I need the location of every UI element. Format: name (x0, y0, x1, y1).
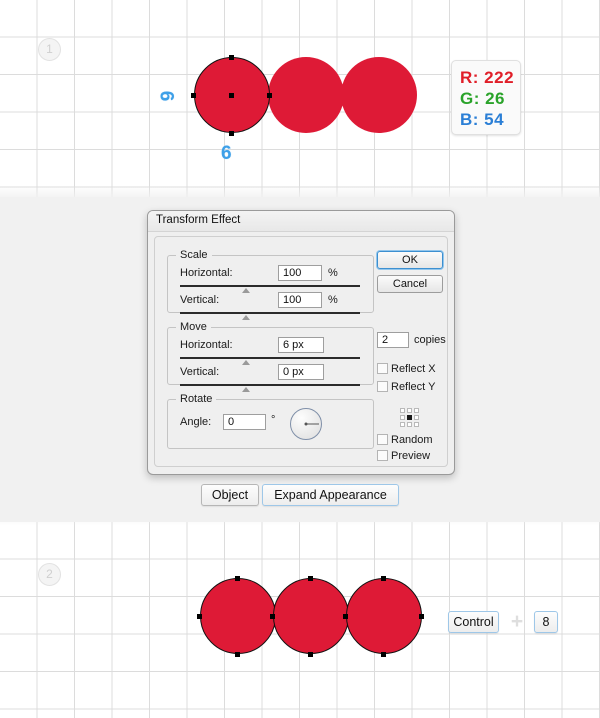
preview-option[interactable]: Preview (377, 450, 430, 462)
rotate-dial-needle (306, 423, 319, 425)
offset-annotation-vertical: 6 (221, 143, 232, 164)
scale-horizontal-slider-thumb[interactable] (242, 288, 250, 293)
dialog-titlebar[interactable]: Transform Effect (148, 211, 454, 232)
anchor-point-bottom (229, 131, 234, 136)
rotate-angle-input[interactable] (223, 414, 266, 430)
anchor-point-center (229, 93, 234, 98)
bottom-anchor-3-left (343, 614, 348, 619)
scale-group-legend: Scale (180, 249, 208, 261)
color-readout-red: R: 222 (460, 68, 515, 87)
scale-horizontal-input[interactable] (278, 265, 322, 281)
reflect-x-checkbox[interactable] (377, 363, 388, 374)
reflect-x-option[interactable]: Reflect X (377, 363, 436, 375)
bottom-anchor-2-left (270, 614, 275, 619)
shortcut-8-key[interactable]: 8 (534, 611, 558, 633)
offset-annotation-horizontal: 6 (155, 90, 177, 102)
rotate-group: Rotate Angle: ° (167, 393, 374, 449)
scale-vertical-input[interactable] (278, 292, 322, 308)
preview-checkbox[interactable] (377, 450, 388, 461)
reference-point-bottom-center[interactable] (407, 422, 412, 427)
scale-horizontal-unit: % (328, 267, 338, 279)
shortcut-control-key[interactable]: Control (448, 611, 499, 633)
random-checkbox[interactable] (377, 434, 388, 445)
bottom-circle-1[interactable] (200, 578, 276, 654)
move-horizontal-input[interactable] (278, 337, 324, 353)
copies-label: copies (414, 334, 446, 346)
step-badge-2: 2 (38, 563, 61, 586)
bottom-anchor-3-top (381, 576, 386, 581)
scale-vertical-slider-track[interactable] (180, 312, 360, 314)
color-readout-green: G: 26 (460, 89, 506, 108)
bottom-anchor-3-right (419, 614, 424, 619)
rotate-angle-label: Angle: (180, 416, 212, 428)
bottom-anchor-3-bottom (381, 652, 386, 657)
transform-effect-dialog[interactable]: Transform Effect Scale Horizontal: % Ver… (147, 210, 455, 475)
reference-point-top-right[interactable] (414, 408, 419, 413)
reflect-y-label: Reflect Y (391, 381, 436, 393)
scale-vertical-label: Vertical: (180, 294, 220, 306)
move-vertical-input[interactable] (278, 364, 324, 380)
rotate-group-legend: Rotate (180, 393, 213, 405)
reflect-y-option[interactable]: Reflect Y (377, 381, 435, 393)
random-label: Random (391, 434, 433, 446)
expand-appearance-button[interactable]: Expand Appearance (262, 484, 399, 506)
anchor-point-top (229, 55, 234, 60)
scale-horizontal-slider-track[interactable] (180, 285, 360, 287)
rotate-angle-unit: ° (271, 414, 276, 426)
preview-label: Preview (391, 450, 431, 462)
move-vertical-slider-thumb[interactable] (242, 387, 250, 392)
anchor-point-left (191, 93, 196, 98)
move-horizontal-slider-thumb[interactable] (242, 360, 250, 365)
top-circle-copy-2[interactable] (341, 57, 417, 133)
anchor-point-right (267, 93, 272, 98)
copies-input[interactable] (377, 332, 409, 348)
bottom-anchor-1-left (197, 614, 202, 619)
reflect-x-label: Reflect X (391, 363, 436, 375)
ok-button[interactable]: OK (377, 251, 443, 269)
move-vertical-slider-track[interactable] (180, 384, 360, 386)
rotate-angle-dial[interactable] (290, 408, 322, 440)
reference-point-bottom-left[interactable] (400, 422, 405, 427)
reference-point-middle-left[interactable] (400, 415, 405, 420)
move-group-legend: Move (180, 321, 207, 333)
object-menu-button[interactable]: Object (201, 484, 259, 506)
reference-point-grid[interactable] (399, 407, 420, 428)
rotate-dial-center-dot (304, 422, 308, 426)
reference-point-center[interactable] (407, 415, 412, 420)
scale-vertical-unit: % (328, 294, 338, 306)
bottom-anchor-2-bottom (308, 652, 313, 657)
bottom-anchor-2-top (308, 576, 313, 581)
bottom-anchor-1-bottom (235, 652, 240, 657)
reference-point-top-center[interactable] (407, 408, 412, 413)
scale-vertical-slider-thumb[interactable] (242, 315, 250, 320)
plus-icon: + (510, 610, 524, 633)
step-badge-1: 1 (38, 38, 61, 61)
scale-horizontal-label: Horizontal: (180, 267, 233, 279)
scale-group: Scale Horizontal: % Vertical: % (167, 249, 374, 320)
bottom-circle-3[interactable] (346, 578, 422, 654)
color-readout-blue: B: 54 (460, 110, 505, 129)
move-group: Move Horizontal: Vertical: (167, 321, 374, 392)
move-vertical-label: Vertical: (180, 366, 220, 378)
bottom-circle-2[interactable] (273, 578, 349, 654)
reference-point-bottom-right[interactable] (414, 422, 419, 427)
random-option[interactable]: Random (377, 434, 433, 446)
reference-point-middle-right[interactable] (414, 415, 419, 420)
top-circle-copy-1[interactable] (268, 57, 344, 133)
reference-point-top-left[interactable] (400, 408, 405, 413)
bottom-anchor-1-top (235, 576, 240, 581)
color-readout: R: 222 G: 26 B: 54 (451, 60, 521, 135)
dialog-body: Scale Horizontal: % Vertical: % Move Hor… (154, 236, 448, 467)
move-horizontal-label: Horizontal: (180, 339, 233, 351)
reflect-y-checkbox[interactable] (377, 381, 388, 392)
move-horizontal-slider-track[interactable] (180, 357, 360, 359)
dialog-title-text: Transform Effect (156, 214, 241, 226)
cancel-button[interactable]: Cancel (377, 275, 443, 293)
